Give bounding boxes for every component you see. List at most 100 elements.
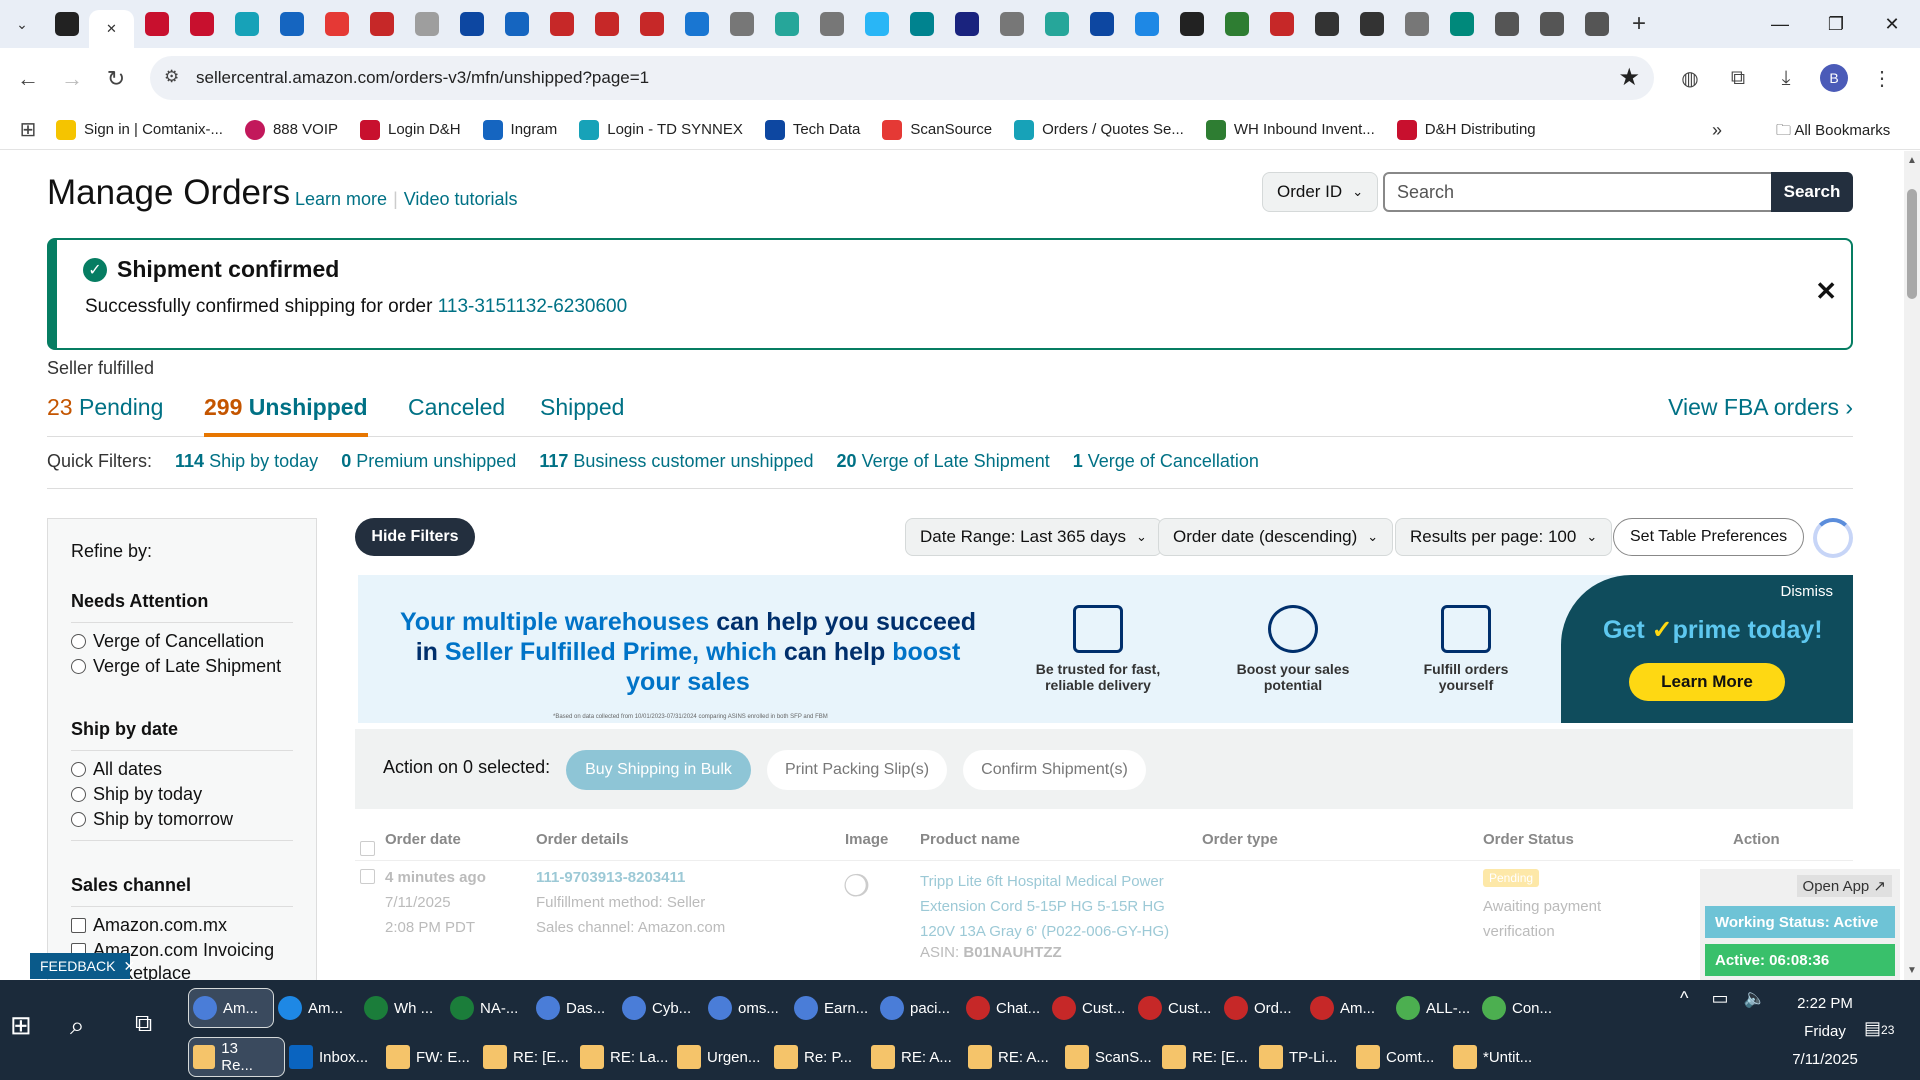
browser-tab[interactable]: [539, 5, 584, 43]
browser-tab[interactable]: [494, 5, 539, 43]
scroll-thumb[interactable]: [1907, 189, 1917, 299]
browser-tab[interactable]: [719, 5, 764, 43]
col-order-date[interactable]: Order date: [385, 831, 461, 848]
tab-canceled[interactable]: Canceled: [408, 394, 505, 421]
browser-tab[interactable]: [1304, 5, 1349, 43]
browser-tab[interactable]: [854, 5, 899, 43]
browser-tab[interactable]: ✕: [89, 10, 134, 48]
close-window-icon[interactable]: ✕: [1864, 0, 1920, 48]
checkbox[interactable]: [71, 918, 86, 933]
video-tutorials-link[interactable]: Video tutorials: [404, 189, 518, 209]
taskbar-item[interactable]: Cust...: [1048, 988, 1134, 1028]
taskbar-item[interactable]: RE: [E...: [1158, 1037, 1255, 1077]
bookmark-item[interactable]: WH Inbound Invent...: [1205, 119, 1375, 140]
radio-button[interactable]: [71, 634, 86, 649]
learn-more-link[interactable]: Learn more: [295, 189, 387, 209]
taskbar-item[interactable]: Re: P...: [770, 1037, 867, 1077]
browser-tab[interactable]: [134, 5, 179, 43]
taskbar-item[interactable]: FW: E...: [382, 1037, 479, 1077]
browser-tab[interactable]: [179, 5, 224, 43]
browser-tab[interactable]: [1574, 5, 1619, 43]
taskbar-item[interactable]: 13 Re...: [188, 1037, 285, 1077]
taskbar-item[interactable]: Cyb...: [618, 988, 704, 1028]
taskbar-item[interactable]: Earn...: [790, 988, 876, 1028]
browser-tab[interactable]: [944, 5, 989, 43]
browser-tab[interactable]: [224, 5, 269, 43]
forward-icon[interactable]: →: [50, 59, 94, 99]
taskbar-item[interactable]: Wh ...: [360, 988, 446, 1028]
quick-filter-premium[interactable]: 0 Premium unshipped: [341, 451, 516, 471]
browser-tab[interactable]: [404, 5, 449, 43]
sort-select[interactable]: Order date (descending) ⌄: [1158, 518, 1394, 556]
learn-more-button[interactable]: Learn More: [1629, 663, 1785, 701]
browser-tab[interactable]: [764, 5, 809, 43]
close-icon[interactable]: ✕: [1815, 276, 1837, 307]
browser-tab[interactable]: [584, 5, 629, 43]
address-bar[interactable]: ⚙ sellercentral.amazon.com/orders-v3/mfn…: [150, 56, 1654, 100]
taskbar-item[interactable]: RE: A...: [964, 1037, 1061, 1077]
taskbar-item[interactable]: Cust...: [1134, 988, 1220, 1028]
search-type-select[interactable]: Order ID ⌄: [1262, 172, 1379, 212]
browser-tab[interactable]: [44, 5, 89, 43]
quick-filter-business[interactable]: 117 Business customer unshipped: [539, 451, 813, 471]
bookmark-item[interactable]: Sign in | Comtanix-...: [56, 119, 223, 140]
bookmark-item[interactable]: Login - TD SYNNEX: [579, 119, 743, 140]
apps-grid-icon[interactable]: ⊞: [0, 110, 56, 150]
taskbar-item[interactable]: NA-...: [446, 988, 532, 1028]
browser-tab[interactable]: [1214, 5, 1259, 43]
quick-filter-cancellation[interactable]: 1 Verge of Cancellation: [1073, 451, 1259, 471]
taskbar-item[interactable]: Comt...: [1352, 1037, 1449, 1077]
quick-filter-ship-today[interactable]: 114 Ship by today: [175, 451, 318, 471]
taskbar-item[interactable]: Am...: [188, 988, 274, 1028]
back-icon[interactable]: ←: [6, 59, 50, 99]
volume-icon[interactable]: 🔈: [1744, 988, 1766, 1008]
extensions-icon[interactable]: ⧉: [1716, 58, 1760, 98]
taskbar-item[interactable]: RE: La...: [576, 1037, 673, 1077]
restore-icon[interactable]: ❐: [1808, 0, 1864, 48]
feedback-button[interactable]: FEEDBACK ✕: [30, 953, 135, 979]
browser-tab[interactable]: [1394, 5, 1439, 43]
taskbar-item[interactable]: Con...: [1478, 988, 1564, 1028]
windows-start-icon[interactable]: ⊞: [10, 1010, 50, 1050]
site-info-icon[interactable]: ⚙: [164, 67, 179, 87]
date-range-select[interactable]: Date Range: Last 365 days ⌄: [905, 518, 1162, 556]
filter-verge-cancellation[interactable]: Verge of Cancellation: [71, 631, 293, 652]
taskbar-item[interactable]: Am...: [1306, 988, 1392, 1028]
more-bookmarks-icon[interactable]: »: [1712, 120, 1722, 141]
taskbar-item[interactable]: Ord...: [1220, 988, 1306, 1028]
quick-filter-late[interactable]: 20 Verge of Late Shipment: [837, 451, 1050, 471]
notifications-icon[interactable]: ▤23: [1864, 1018, 1894, 1039]
browser-tab[interactable]: [989, 5, 1034, 43]
open-app-button[interactable]: Open App ↗: [1796, 875, 1892, 897]
tab-unshipped[interactable]: 299 Unshipped: [204, 394, 368, 437]
filter-ship-tomorrow[interactable]: Ship by tomorrow: [71, 809, 293, 841]
browser-tab[interactable]: [269, 5, 314, 43]
bookmark-item[interactable]: D&H Distributing: [1396, 119, 1536, 140]
taskbar-item[interactable]: Das...: [532, 988, 618, 1028]
bookmark-item[interactable]: Login D&H: [360, 119, 461, 140]
browser-tab[interactable]: [629, 5, 674, 43]
order-search-input[interactable]: Search: [1383, 172, 1773, 212]
results-per-page-select[interactable]: Results per page: 100 ⌄: [1395, 518, 1613, 556]
confirm-shipment-button[interactable]: Confirm Shipment(s): [963, 750, 1146, 790]
close-tab-icon[interactable]: ✕: [106, 21, 117, 37]
buy-shipping-bulk-button[interactable]: Buy Shipping in Bulk: [566, 750, 751, 790]
browser-tab[interactable]: [1079, 5, 1124, 43]
taskbar-item[interactable]: oms...: [704, 988, 790, 1028]
all-bookmarks[interactable]: 🗀 All Bookmarks: [1776, 120, 1890, 145]
download-icon[interactable]: ⤓: [1764, 58, 1808, 98]
sfp-promo-banner[interactable]: Your multiple warehouses can help you su…: [358, 575, 1853, 723]
browser-tab[interactable]: [449, 5, 494, 43]
browser-tab[interactable]: [1034, 5, 1079, 43]
task-view-icon[interactable]: ⧉: [135, 1010, 152, 1038]
close-icon[interactable]: ✕: [123, 958, 135, 975]
tab-shipped[interactable]: Shipped: [540, 394, 624, 421]
bookmark-item[interactable]: ScanSource: [882, 119, 992, 140]
scroll-down-icon[interactable]: ▼: [1907, 965, 1917, 976]
taskbar-item[interactable]: ScanS...: [1061, 1037, 1158, 1077]
browser-tab[interactable]: [809, 5, 854, 43]
tab-search-chevron-icon[interactable]: ⌄: [0, 0, 44, 48]
new-tab-icon[interactable]: +: [1619, 4, 1659, 44]
radio-button[interactable]: [71, 812, 86, 827]
product-name-link[interactable]: Tripp Lite 6ft Hospital Medical Power Ex…: [920, 869, 1190, 944]
